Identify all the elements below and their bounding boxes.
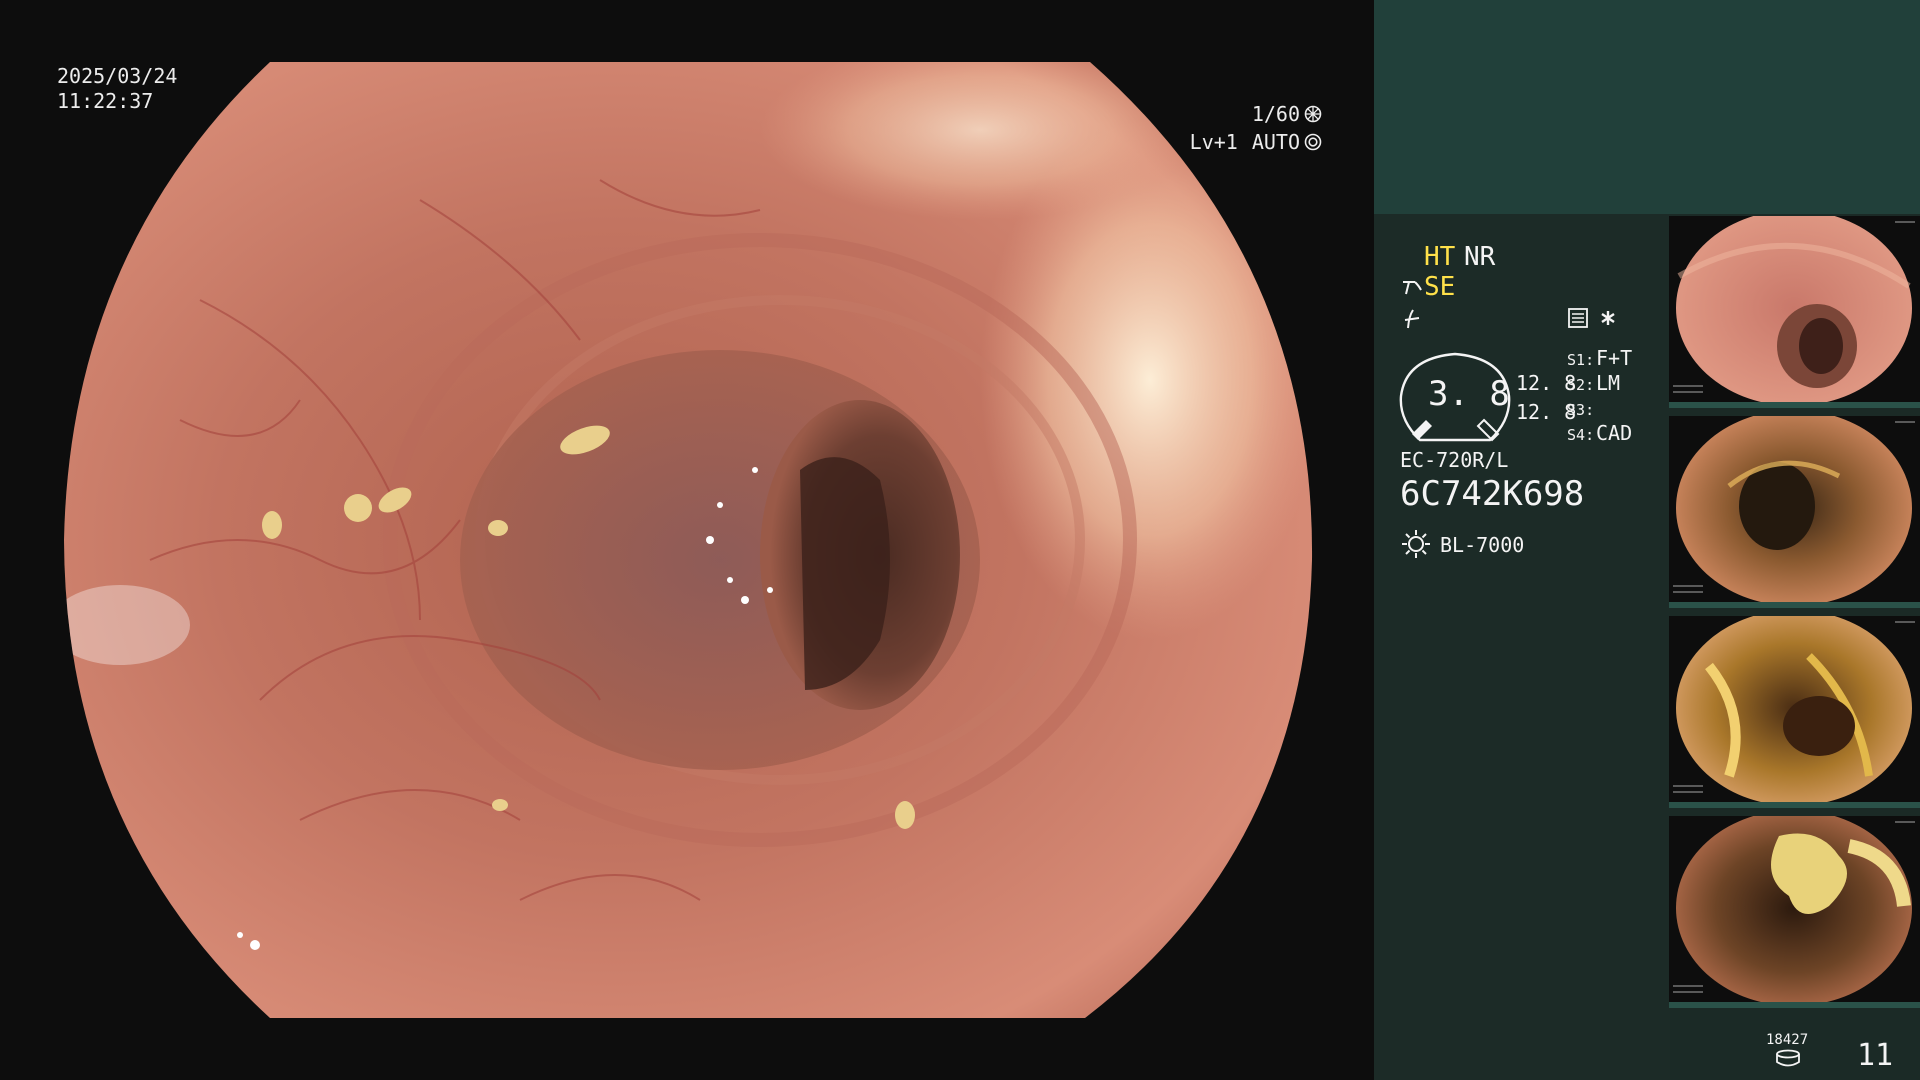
iris-icon: [1304, 133, 1322, 151]
nr-indicator: NR: [1464, 242, 1496, 272]
enhance-icon: [1403, 281, 1422, 295]
thumbnail-2[interactable]: [1669, 416, 1920, 608]
s4-value: CAD: [1596, 421, 1633, 445]
s3-label: S3:: [1567, 401, 1595, 419]
shutter-speed-text: 1/60: [1251, 102, 1300, 126]
asterisk-icon: [1601, 311, 1615, 325]
date-text: 2025/03/24: [57, 64, 178, 88]
thumbnail-bar: [1669, 402, 1920, 408]
thumbnail-bar: [1669, 1002, 1920, 1008]
thumbnail-bar: [1669, 802, 1920, 808]
s4-label: S4:: [1567, 426, 1595, 444]
exposure-mode-text: AUTO: [1251, 130, 1300, 154]
scope-model: EC-720R/L: [1400, 448, 1509, 472]
s2-label: S2:: [1567, 376, 1595, 394]
se-indicator: SE: [1424, 272, 1456, 302]
endoscope-live-view: 2025/03/24 11:22:37 1/60 Lv+1 AUTO: [0, 0, 1374, 1080]
exposure-overlay: 1/60 Lv+1 AUTO: [1190, 100, 1322, 156]
thumbnail-1[interactable]: [1669, 216, 1920, 408]
light-source-icon: [1402, 530, 1430, 558]
side-panel-header: [1374, 0, 1920, 214]
endoscopic-image: [64, 62, 1313, 1018]
ht-indicator: HT: [1424, 242, 1456, 272]
level-text: Lv+1: [1189, 130, 1238, 154]
thumbnail-3[interactable]: [1669, 616, 1920, 808]
settings-list-icon: [1568, 308, 1588, 328]
scope-serial: 6C742K698: [1400, 474, 1585, 514]
date-time-overlay: 2025/03/24 11:22:37: [57, 64, 177, 114]
light-source-model: BL-7000: [1440, 533, 1525, 557]
time-text: 11:22:37: [57, 89, 154, 113]
storage-count: 18427: [1766, 1032, 1809, 1048]
captured-count: 11: [1857, 1038, 1894, 1073]
shutter-icon: [1304, 105, 1322, 123]
s1-label: S1:: [1567, 351, 1595, 369]
gauge-value: 3. 8: [1428, 374, 1510, 414]
s1-value: F+T: [1596, 346, 1633, 370]
s2-value: LM: [1596, 371, 1621, 395]
thumbnail-4[interactable]: [1669, 816, 1920, 1008]
storage-icon: [1776, 1049, 1800, 1067]
thumbnail-bar: [1669, 602, 1920, 608]
settings-panel: HT NR SE 3. 8 12. 8 12. 8 S1: F+T S2: LM…: [1374, 214, 1670, 1080]
color-mode-icon: [1404, 309, 1420, 329]
